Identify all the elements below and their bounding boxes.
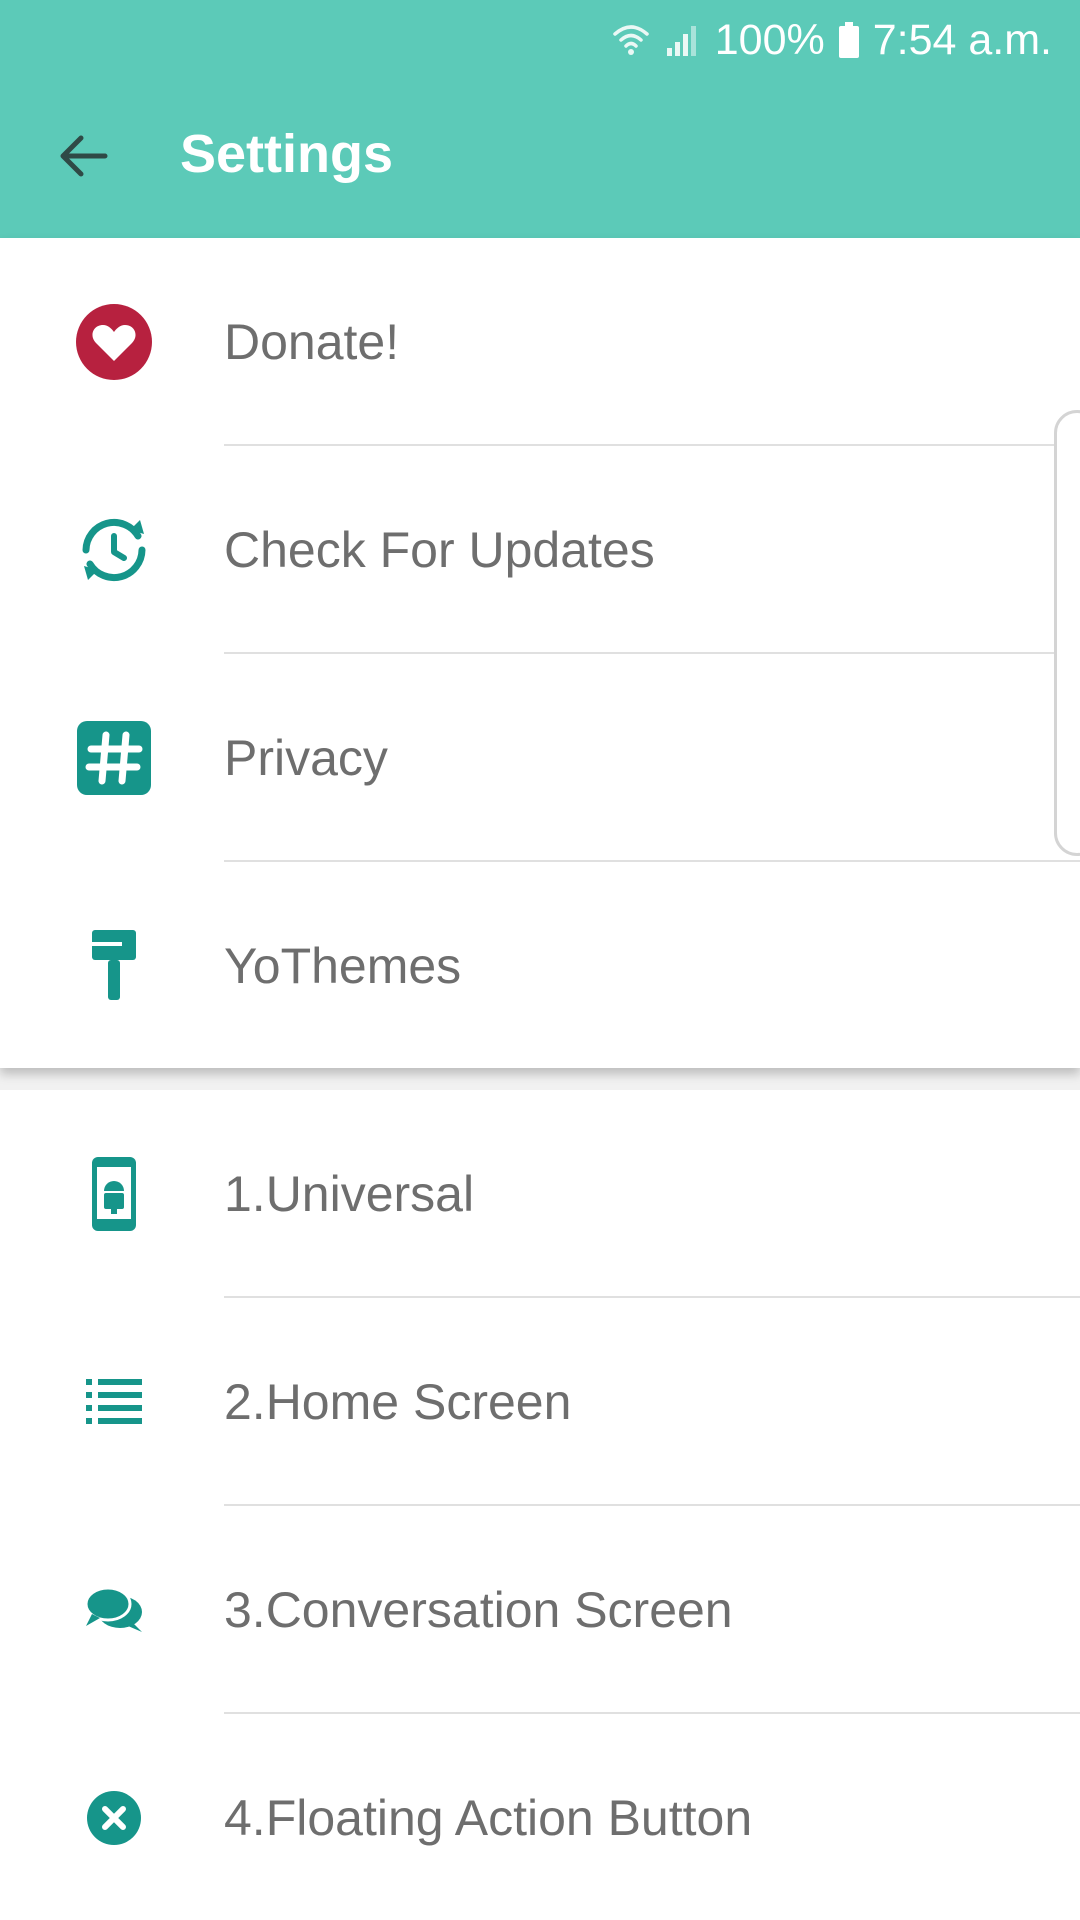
battery-percent: 100%: [714, 15, 825, 64]
settings-item-privacy[interactable]: Privacy: [0, 654, 1080, 862]
section-separator: [0, 1068, 1080, 1090]
settings-item-floating-action-button[interactable]: 4.Floating Action Button: [0, 1714, 1080, 1920]
settings-item-label: Privacy: [224, 730, 388, 786]
chat-bubbles-icon: [72, 1568, 156, 1652]
battery-icon: [837, 20, 861, 60]
settings-screen: 100% 7:54 a.m. Settings Donate! Check Fo…: [0, 0, 1080, 1920]
close-circle-icon: [72, 1776, 156, 1860]
arrow-back-icon: [55, 128, 111, 189]
signal-icon: [663, 20, 703, 60]
general-settings-group: Donate! Check For Updates Privacy YoThem…: [0, 238, 1080, 1068]
hashtag-icon: [72, 716, 156, 800]
settings-item-label: 2.Home Screen: [224, 1374, 572, 1430]
update-clock-icon: [72, 508, 156, 592]
status-bar: 100% 7:54 a.m.: [0, 0, 1080, 80]
list-icon: [72, 1360, 156, 1444]
page-title: Settings: [180, 124, 394, 184]
settings-item-yothemes[interactable]: YoThemes: [0, 862, 1080, 1070]
heart-icon: [72, 300, 156, 384]
settings-item-donate[interactable]: Donate!: [0, 238, 1080, 446]
settings-item-conversation-screen[interactable]: 3.Conversation Screen: [0, 1506, 1080, 1714]
settings-item-label: YoThemes: [224, 938, 462, 994]
settings-item-universal[interactable]: 1.Universal: [0, 1090, 1080, 1298]
android-phone-icon: [72, 1152, 156, 1236]
category-settings-group: 1.Universal 2.Home Screen 3.Conversation…: [0, 1090, 1080, 1920]
scroll-indicator[interactable]: [1054, 410, 1080, 856]
settings-item-home-screen[interactable]: 2.Home Screen: [0, 1298, 1080, 1506]
settings-item-label: 4.Floating Action Button: [224, 1790, 753, 1846]
settings-item-label: Check For Updates: [224, 522, 655, 578]
status-icons: 100% 7:54 a.m.: [611, 10, 1052, 70]
app-bar: Settings: [0, 80, 1080, 238]
settings-item-label: Donate!: [224, 314, 400, 370]
settings-item-label: 1.Universal: [224, 1166, 475, 1222]
settings-item-check-for-updates[interactable]: Check For Updates: [0, 446, 1080, 654]
clock: 7:54 a.m.: [872, 15, 1052, 64]
wifi-icon: [611, 20, 651, 60]
back-button[interactable]: [50, 120, 116, 196]
settings-item-label: 3.Conversation Screen: [224, 1582, 733, 1638]
paint-roller-icon: [72, 924, 156, 1008]
